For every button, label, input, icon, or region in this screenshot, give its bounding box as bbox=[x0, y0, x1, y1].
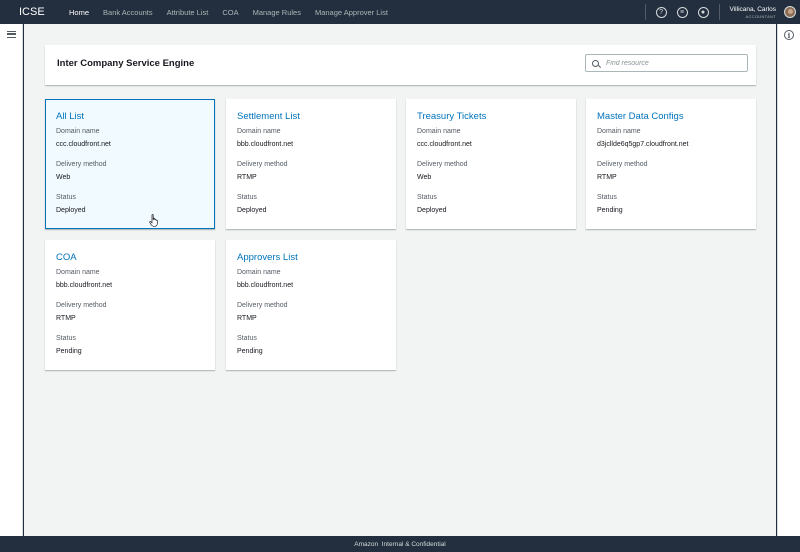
resource-card-settlement-list[interactable]: Settlement List Domain name bbb.cloudfro… bbox=[226, 99, 396, 229]
status-label: Status bbox=[56, 335, 76, 342]
delivery-label: Delivery method bbox=[237, 161, 288, 168]
nav-home[interactable]: Home bbox=[69, 8, 89, 17]
card-title[interactable]: COA bbox=[56, 252, 204, 263]
domain-value: ccc.cloudfront.net bbox=[417, 141, 472, 148]
status-value: Pending bbox=[597, 207, 623, 214]
delivery-value: RTMP bbox=[56, 315, 76, 322]
nav-bank-accounts[interactable]: Bank Accounts bbox=[103, 8, 153, 17]
resource-card-treasury-tickets[interactable]: Treasury Tickets Domain name ccc.cloudfr… bbox=[406, 99, 576, 229]
resource-card-coa[interactable]: COA Domain name bbb.cloudfront.net Deliv… bbox=[45, 240, 215, 370]
status-value: Deployed bbox=[237, 207, 267, 214]
domain-value: ccc.cloudfront.net bbox=[56, 141, 111, 148]
domain-value: bbb.cloudfront.net bbox=[237, 282, 294, 289]
card-title[interactable]: All List bbox=[56, 111, 204, 122]
info-icon[interactable]: i bbox=[784, 30, 794, 40]
avatar[interactable] bbox=[784, 6, 796, 18]
status-label: Status bbox=[417, 194, 437, 201]
nav-coa[interactable]: COA bbox=[222, 8, 238, 17]
search-input[interactable] bbox=[606, 59, 736, 67]
delivery-label: Delivery method bbox=[417, 161, 468, 168]
delivery-label: Delivery method bbox=[56, 161, 107, 168]
status-value: Pending bbox=[237, 348, 263, 355]
top-navigation-bar: ICSE Home Bank Accounts Attribute List C… bbox=[0, 0, 800, 24]
delivery-value: RTMP bbox=[237, 174, 257, 181]
hand-pointer-icon bbox=[149, 214, 158, 227]
status-value: Pending bbox=[56, 348, 82, 355]
user-name: Villicana, Carlos bbox=[729, 5, 776, 13]
status-label: Status bbox=[597, 194, 617, 201]
user-role: ACCOUNTANT bbox=[745, 13, 776, 19]
delivery-value: RTMP bbox=[237, 315, 257, 322]
domain-label: Domain name bbox=[56, 128, 100, 135]
user-info[interactable]: Villicana, Carlos ACCOUNTANT bbox=[730, 6, 776, 19]
domain-value: bbb.cloudfront.net bbox=[56, 282, 113, 289]
right-tools-rail: i bbox=[777, 24, 800, 536]
help-icon[interactable]: ? bbox=[655, 6, 667, 18]
domain-value: bbb.cloudfront.net bbox=[237, 141, 294, 148]
page-header: Inter Company Service Engine bbox=[45, 45, 756, 85]
card-title[interactable]: Master Data Configs bbox=[597, 111, 745, 122]
delivery-label: Delivery method bbox=[597, 161, 648, 168]
card-title[interactable]: Approvers List bbox=[237, 252, 385, 263]
main-content: Inter Company Service Engine All List Do… bbox=[24, 24, 776, 536]
status-label: Status bbox=[56, 194, 76, 201]
footer: Amazon Internal & Confidential bbox=[0, 536, 800, 552]
search-icon bbox=[592, 59, 599, 67]
status-label: Status bbox=[237, 335, 257, 342]
domain-value: d3jcllde6q5gp7.cloudfront.net bbox=[597, 141, 689, 148]
delivery-value: Web bbox=[417, 174, 432, 181]
delivery-value: RTMP bbox=[597, 174, 617, 181]
page-title: Inter Company Service Engine bbox=[57, 58, 195, 69]
card-title[interactable]: Settlement List bbox=[237, 111, 385, 122]
nav-attribute-list[interactable]: Attribute List bbox=[167, 8, 209, 17]
left-navigation-rail bbox=[0, 24, 23, 536]
search-box[interactable] bbox=[585, 54, 748, 72]
footer-text: Amazon Internal & Confidential bbox=[354, 540, 446, 548]
user-settings-icon[interactable]: ● bbox=[697, 6, 709, 18]
divider bbox=[718, 4, 720, 20]
domain-label: Domain name bbox=[417, 128, 461, 135]
card-title[interactable]: Treasury Tickets bbox=[417, 111, 565, 122]
delivery-value: Web bbox=[56, 174, 71, 181]
app-brand[interactable]: ICSE bbox=[19, 6, 69, 18]
status-value: Deployed bbox=[56, 207, 86, 214]
resource-card-approvers-list[interactable]: Approvers List Domain name bbb.cloudfron… bbox=[226, 240, 396, 370]
domain-label: Domain name bbox=[237, 128, 281, 135]
domain-label: Domain name bbox=[56, 269, 100, 276]
menu-icon[interactable] bbox=[7, 31, 16, 38]
status-value: Deployed bbox=[417, 207, 447, 214]
header-actions: ? ≡ ● Villicana, Carlos ACCOUNTANT bbox=[644, 0, 800, 24]
status-label: Status bbox=[237, 194, 257, 201]
resource-card-all-list[interactable]: All List Domain name ccc.cloudfront.net … bbox=[45, 99, 215, 229]
feedback-icon[interactable]: ≡ bbox=[676, 6, 688, 18]
divider bbox=[644, 4, 646, 20]
domain-label: Domain name bbox=[597, 128, 641, 135]
domain-label: Domain name bbox=[237, 269, 281, 276]
delivery-label: Delivery method bbox=[237, 302, 288, 309]
delivery-label: Delivery method bbox=[56, 302, 107, 309]
nav-manage-approver-list[interactable]: Manage Approver List bbox=[315, 8, 388, 17]
resource-card-master-data-configs[interactable]: Master Data Configs Domain name d3jcllde… bbox=[586, 99, 756, 229]
nav-manage-rules[interactable]: Manage Rules bbox=[253, 8, 301, 17]
main-nav: Home Bank Accounts Attribute List COA Ma… bbox=[69, 0, 402, 24]
